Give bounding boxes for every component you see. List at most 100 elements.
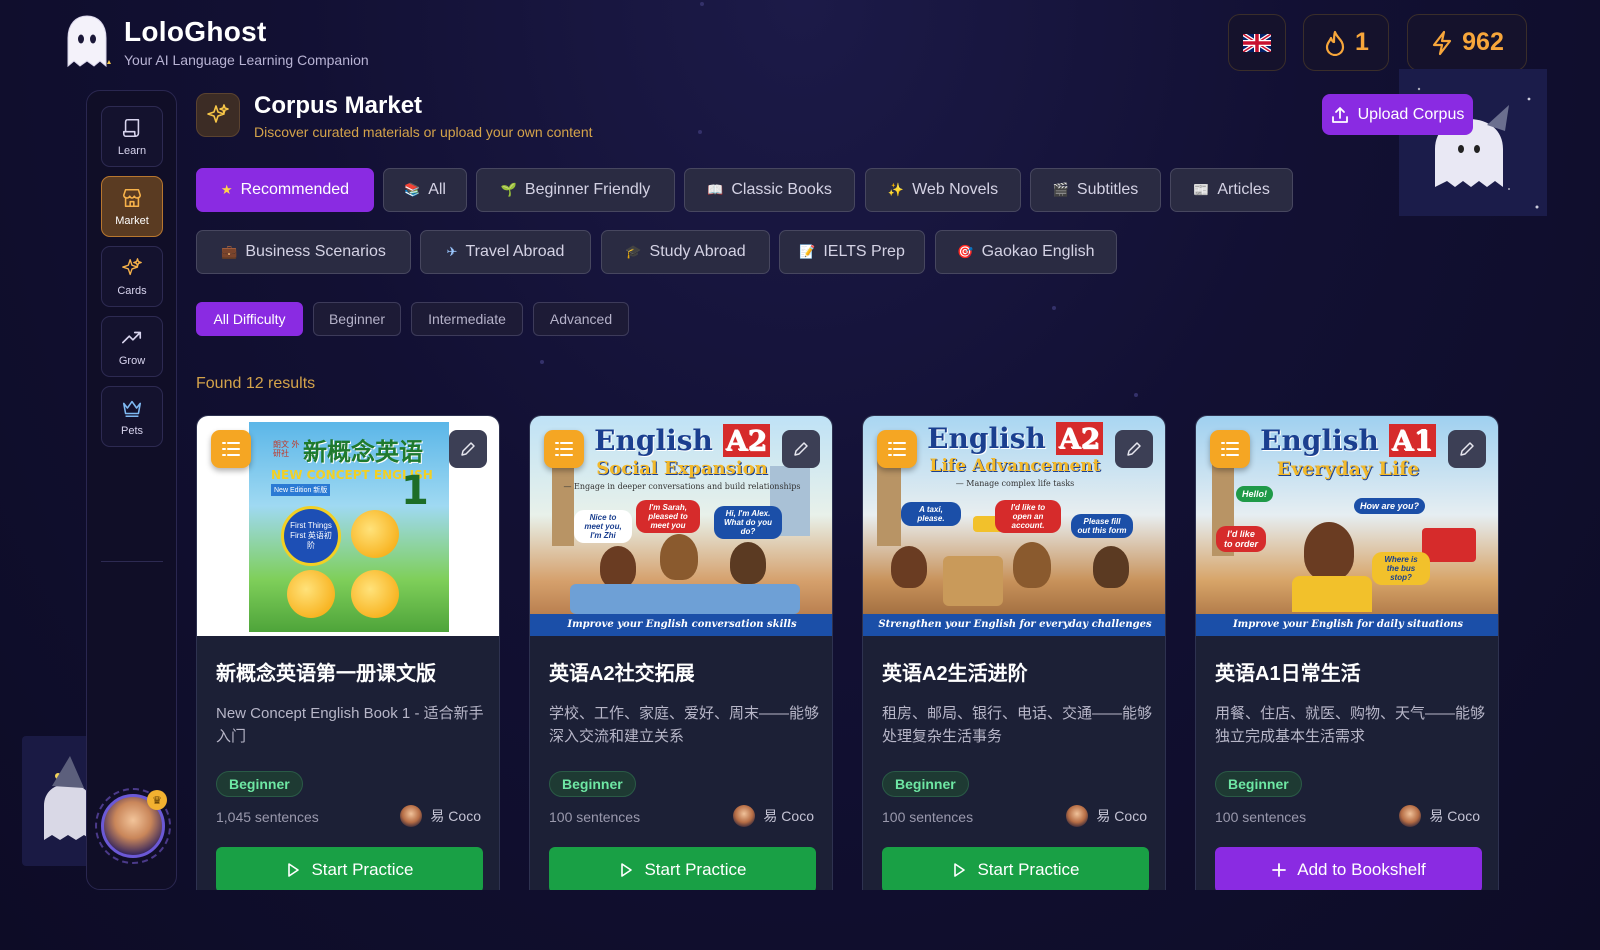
- sidebar-item-pets[interactable]: Pets: [101, 386, 163, 447]
- cover-image: English A1 Everyday Life Hello! How are …: [1196, 416, 1498, 636]
- sidebar-item-label: Learn: [117, 144, 147, 157]
- action-label: Start Practice: [644, 860, 747, 879]
- upload-corpus-button[interactable]: Upload Corpus: [1322, 94, 1473, 135]
- list-icon: [1210, 430, 1250, 468]
- corpus-card[interactable]: 朗文 外研社 新概念英语 NEW CONCEPT ENGLISH New Edi…: [196, 415, 500, 890]
- tab-subtitles[interactable]: 🎬 Subtitles: [1030, 168, 1161, 212]
- card-description: 用餐、住店、就医、购物、天气——能够独立完成基本生活需求: [1215, 705, 1486, 745]
- cover-publisher: 朗文 外研社: [273, 440, 300, 458]
- cover-level: A2: [722, 424, 770, 457]
- chip-label: Business Scenarios: [245, 243, 386, 260]
- xp-counter[interactable]: 962: [1407, 14, 1527, 71]
- tab-all[interactable]: 📚 All: [383, 168, 467, 212]
- brand-subtitle: Your AI Language Learning Companion: [124, 52, 369, 68]
- start-practice-button[interactable]: Start Practice: [882, 847, 1149, 890]
- tab-business-scenarios[interactable]: 💼 Business Scenarios: [196, 230, 411, 274]
- newspaper-icon: 📰: [1193, 182, 1210, 197]
- tab-travel-abroad[interactable]: ✈ Travel Abroad: [420, 230, 591, 274]
- graduation-cap-icon: 🎓: [625, 244, 642, 259]
- chip-label: IELTS Prep: [823, 243, 905, 260]
- sidebar: Learn Market Cards Grow Pets ♛: [86, 90, 177, 890]
- sparkles-icon: [122, 257, 142, 275]
- chip-label: Classic Books: [731, 181, 832, 198]
- cover-word: English: [1260, 424, 1379, 457]
- cover-footer: Improve your English for daily situation…: [1196, 614, 1498, 636]
- speech-bubble: Hi, I'm Alex. What do you do?: [714, 506, 782, 539]
- edit-button[interactable]: [449, 430, 487, 468]
- tab-articles[interactable]: 📰 Articles: [1170, 168, 1293, 212]
- memo-icon: 📝: [799, 244, 816, 259]
- streak-counter[interactable]: 1: [1303, 14, 1389, 71]
- tab-recommended[interactable]: ★ Recommended: [196, 168, 374, 212]
- author: 易 Coco: [733, 805, 814, 827]
- sparkles-icon: [196, 93, 240, 137]
- start-practice-button[interactable]: Start Practice: [549, 847, 816, 890]
- edit-button[interactable]: [1115, 430, 1153, 468]
- author: 易 Coco: [1066, 805, 1147, 827]
- page-title: Corpus Market: [254, 92, 423, 119]
- corpus-card[interactable]: English A1 Everyday Life Hello! How are …: [1195, 415, 1499, 890]
- cover-number: 1: [401, 468, 429, 514]
- cover-level: A2: [1055, 422, 1103, 455]
- crown-badge-icon: ♛: [147, 790, 167, 810]
- language-selector[interactable]: [1228, 14, 1286, 71]
- sentence-count: 100 sentences: [1215, 809, 1307, 825]
- cover-badge: First Things First 英语初阶: [281, 506, 341, 566]
- author-avatar: [733, 805, 756, 827]
- difficulty-advanced[interactable]: Advanced: [533, 302, 629, 336]
- crown-icon: [122, 400, 142, 417]
- speech-bubble: Nice to meet you, I'm Zhi: [574, 510, 632, 543]
- card-title: 英语A2社交拓展: [549, 663, 695, 685]
- action-label: Start Practice: [977, 860, 1080, 879]
- streak-value: 1: [1355, 28, 1369, 56]
- corpus-card[interactable]: English A2 Life Advancement — Manage com…: [862, 415, 1166, 890]
- sidebar-item-label: Grow: [118, 354, 146, 367]
- sidebar-item-grow[interactable]: Grow: [101, 316, 163, 377]
- difficulty-beginner[interactable]: Beginner: [313, 302, 401, 336]
- user-avatar-button[interactable]: ♛: [95, 788, 171, 864]
- pencil-icon: [461, 442, 475, 456]
- tab-web-novels[interactable]: ✨ Web Novels: [865, 168, 1021, 212]
- corpus-card[interactable]: English A2 Social Expansion — Engage in …: [529, 415, 833, 890]
- add-to-bookshelf-button[interactable]: Add to Bookshelf: [1215, 847, 1482, 890]
- speech-bubble: Hello!: [1236, 486, 1274, 502]
- pencil-icon: [1460, 442, 1474, 456]
- cover-tagline: — Engage in deeper conversations and bui…: [563, 482, 801, 491]
- store-icon: [122, 188, 142, 207]
- airplane-icon: ✈: [446, 244, 458, 259]
- cover-edition: New Edition 新版: [271, 484, 331, 496]
- chip-label: Beginner Friendly: [524, 181, 651, 198]
- difficulty-intermediate[interactable]: Intermediate: [411, 302, 523, 336]
- author-name: 易 Coco: [430, 808, 481, 824]
- sidebar-item-market[interactable]: Market: [101, 176, 163, 237]
- card-title: 新概念英语第一册课文版: [216, 663, 436, 685]
- page-subtitle: Discover curated materials or upload you…: [254, 124, 593, 140]
- sparkle-icon: ✨: [887, 182, 905, 197]
- chip-label: Gaokao English: [981, 243, 1095, 260]
- pencil-icon: [794, 442, 808, 456]
- speech-bubble: I'm Sarah, pleased to meet you: [636, 500, 700, 533]
- chip-label: Subtitles: [1076, 181, 1139, 198]
- edit-button[interactable]: [782, 430, 820, 468]
- tab-beginner-friendly[interactable]: 🌱 Beginner Friendly: [476, 168, 675, 212]
- tab-study-abroad[interactable]: 🎓 Study Abroad: [601, 230, 770, 274]
- action-label: Start Practice: [311, 860, 414, 879]
- list-icon: [211, 430, 251, 468]
- edit-button[interactable]: [1448, 430, 1486, 468]
- start-practice-button[interactable]: Start Practice: [216, 847, 483, 890]
- tab-gaokao-english[interactable]: 🎯 Gaokao English: [935, 230, 1117, 274]
- speech-bubble: A taxi, please.: [901, 502, 961, 526]
- sidebar-item-learn[interactable]: Learn: [101, 106, 163, 167]
- chip-label: Web Novels: [912, 181, 999, 198]
- target-icon: 🎯: [957, 244, 974, 259]
- sentence-count: 1,045 sentences: [216, 809, 319, 825]
- difficulty-all[interactable]: All Difficulty: [196, 302, 303, 336]
- xp-value: 962: [1462, 28, 1504, 56]
- tab-classic-books[interactable]: 📖 Classic Books: [684, 168, 855, 212]
- cover-tagline: — Manage complex life tasks: [955, 479, 1075, 488]
- sidebar-item-cards[interactable]: Cards: [101, 246, 163, 307]
- level-badge: Beginner: [882, 771, 969, 797]
- author-avatar: [1399, 805, 1422, 827]
- tab-ielts-prep[interactable]: 📝 IELTS Prep: [779, 230, 925, 274]
- list-icon: [544, 430, 584, 468]
